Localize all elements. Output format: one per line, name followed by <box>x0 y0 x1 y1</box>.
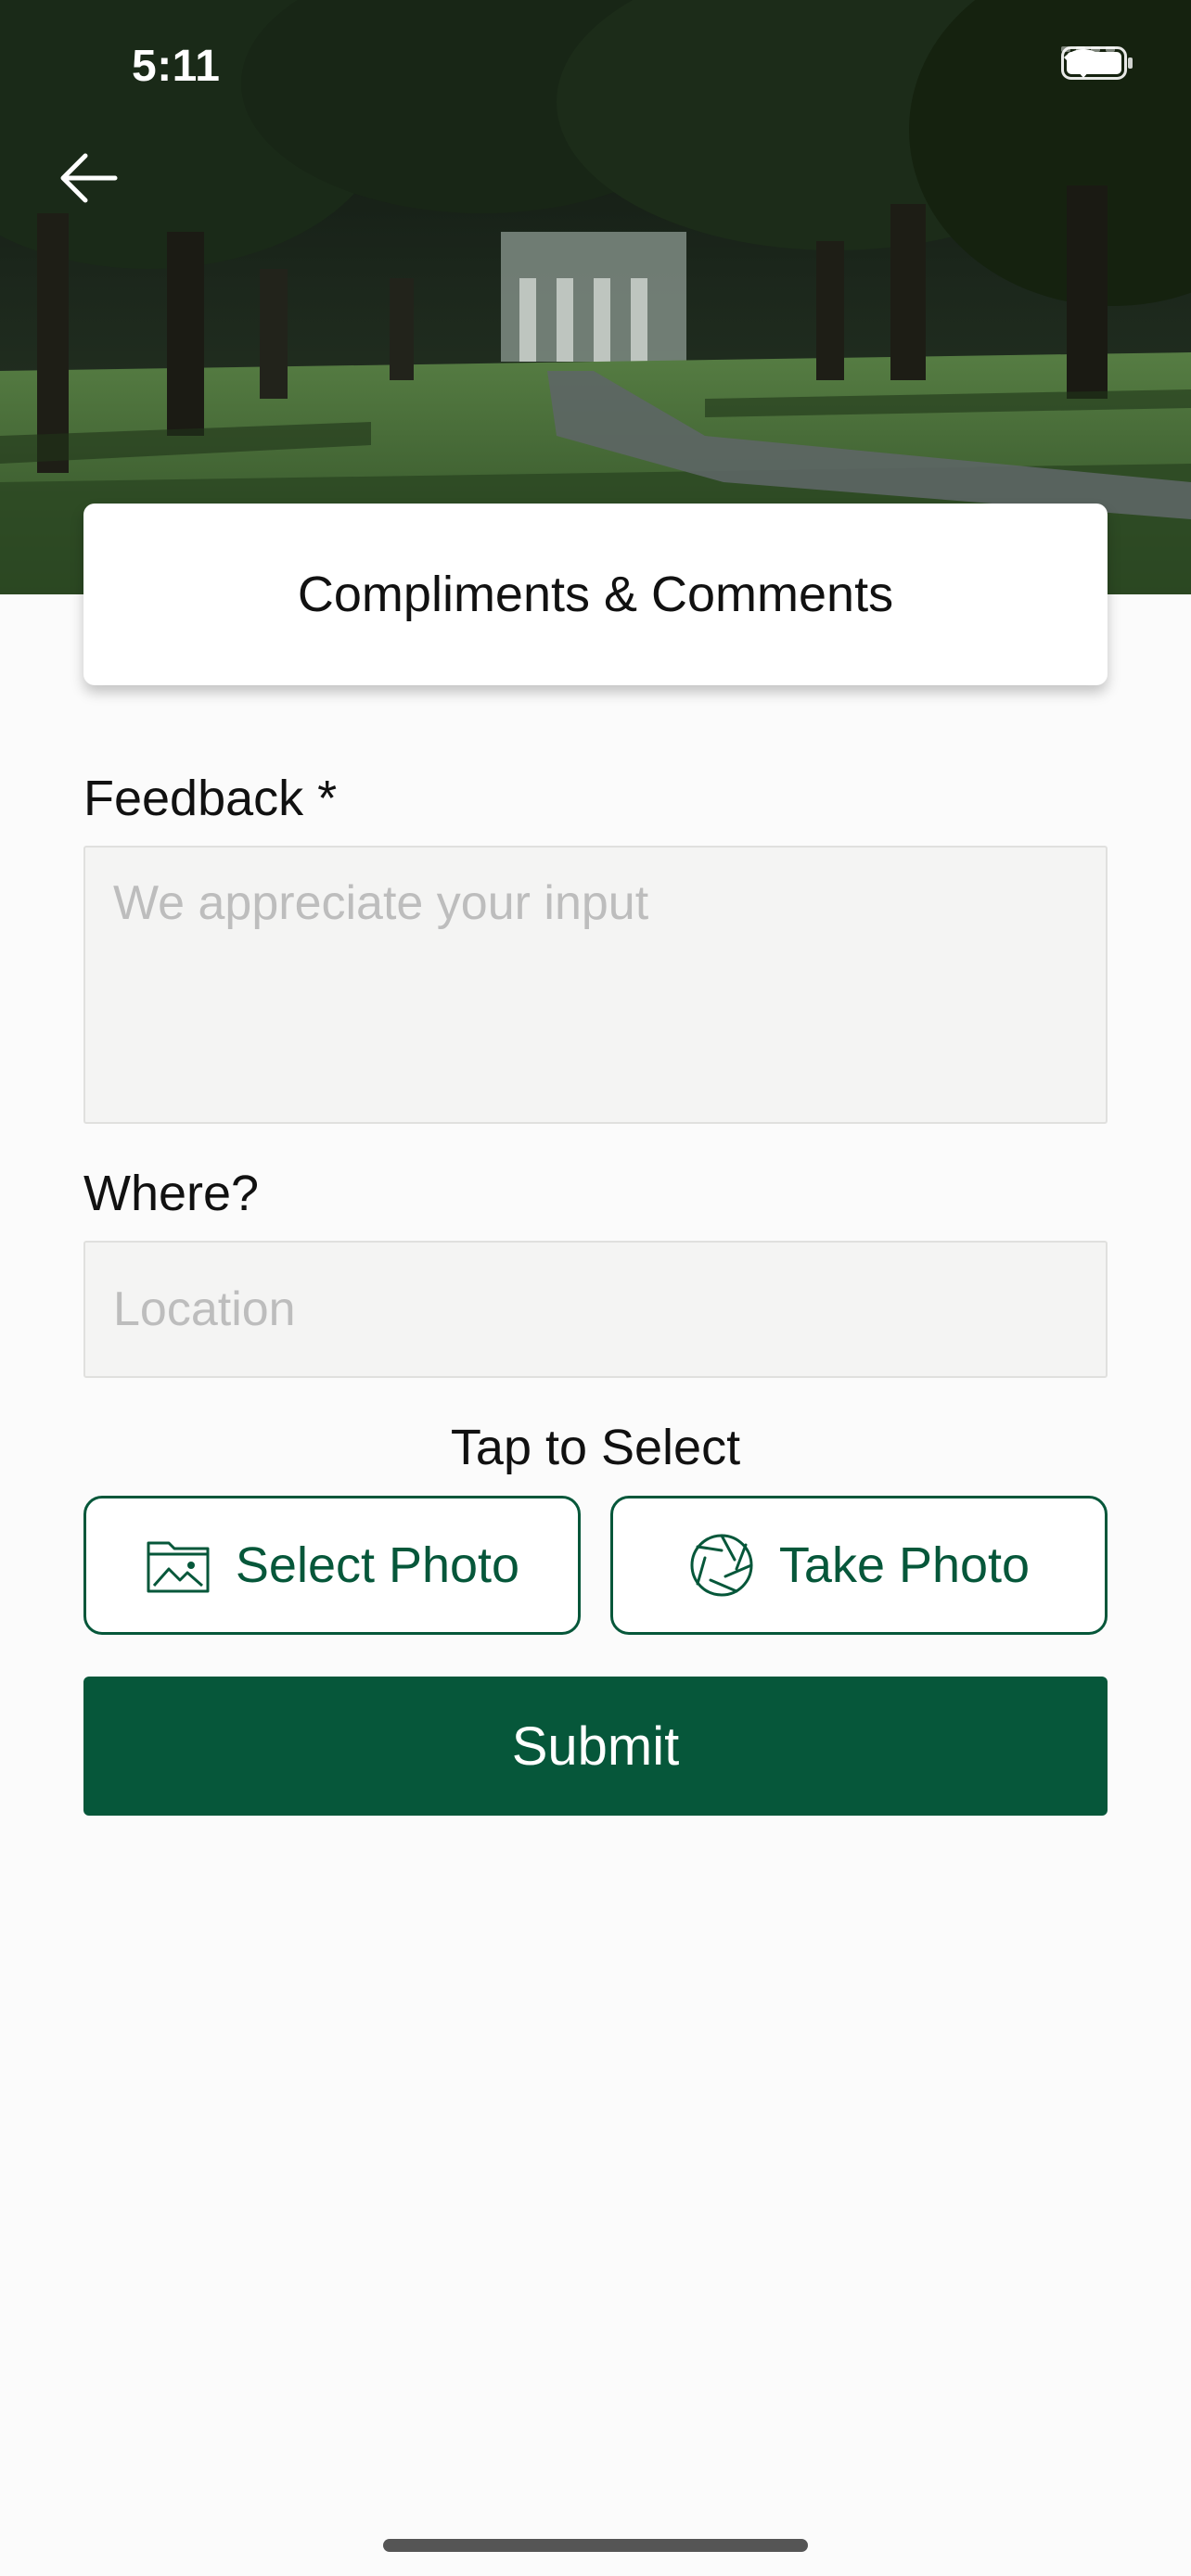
tap-to-select-label: Tap to Select <box>450 1420 741 1475</box>
location-label: Where? <box>83 1166 260 1221</box>
battery-icon <box>1061 46 1133 80</box>
status-time: 5:11 <box>132 42 221 91</box>
submit-label: Submit <box>511 1715 680 1777</box>
page-title: Compliments & Comments <box>297 567 894 622</box>
location-input[interactable] <box>83 1241 1108 1378</box>
select-photo-button[interactable]: Select Photo <box>83 1496 581 1635</box>
take-photo-button[interactable]: Take Photo <box>610 1496 1108 1635</box>
feedback-label: Feedback * <box>83 771 338 826</box>
status-icons <box>1061 46 1133 80</box>
select-photo-label: Select Photo <box>235 1537 520 1593</box>
screen: 5:11 Compliments & Comments Feedback * W… <box>0 0 1191 2576</box>
feedback-input[interactable] <box>83 846 1108 1124</box>
page-title-card: Compliments & Comments <box>83 504 1108 685</box>
arrow-left-icon <box>60 153 118 203</box>
back-button[interactable] <box>58 152 132 226</box>
image-folder-icon <box>147 1541 210 1593</box>
take-photo-label: Take Photo <box>778 1537 1031 1593</box>
camera-aperture-icon <box>690 1534 753 1597</box>
submit-button[interactable]: Submit <box>83 1677 1108 1816</box>
home-indicator[interactable] <box>383 2539 808 2552</box>
